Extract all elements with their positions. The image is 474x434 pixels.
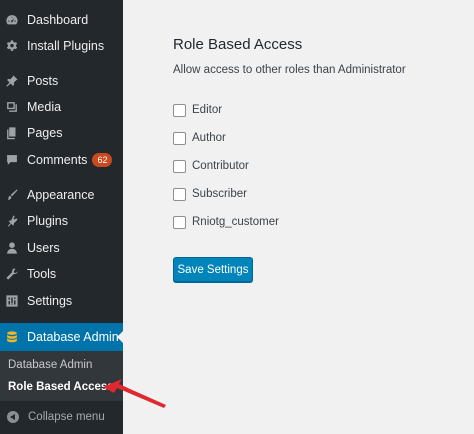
role-option-editor[interactable]: Editor [173,102,222,118]
sidebar-item-dashboard[interactable]: Dashboard [0,7,123,33]
sidebar-item-media[interactable]: Media [0,94,123,120]
sidebar-item-label: Tools [27,267,57,281]
role-option-author[interactable]: Author [173,130,226,146]
sidebar-item-appearance[interactable]: Appearance [0,182,123,208]
sidebar-item-label: Users [27,241,60,255]
database-icon [5,330,19,344]
submenu-item-database-admin[interactable]: Database Admin [8,359,92,371]
role-checkbox[interactable] [173,215,186,229]
sidebar-item-plugins[interactable]: Plugins [0,208,123,234]
page-description: Allow access to other roles than Adminis… [173,64,406,76]
dashboard-icon [5,13,19,27]
brush-icon [5,188,19,202]
role-label: Editor [192,104,223,116]
role-label: Subscriber [192,188,247,200]
role-label: Rniotg_customer [192,216,279,228]
page-title: Role Based Access [173,36,303,53]
sidebar-item-database-admin[interactable]: Database Admin [0,323,124,351]
save-settings-button[interactable]: Save Settings [173,257,253,282]
sidebar-item-label: Settings [27,294,73,308]
pin-icon [5,74,19,88]
role-checkbox[interactable] [173,187,186,201]
plugin-icon [5,214,19,228]
media-icon [5,100,19,114]
pages-icon [5,126,19,140]
role-option-customer[interactable]: Rniotg_customer [173,214,279,230]
role-label: Contributor [192,160,249,172]
role-checkbox[interactable] [173,103,186,117]
role-option-subscriber[interactable]: Subscriber [173,186,247,202]
sidebar-item-label: Install Plugins [27,39,105,53]
admin-sidebar: Dashboard Install Plugins Posts Media Pa [0,0,124,434]
sidebar-item-label: Posts [27,74,59,88]
sidebar-item-settings[interactable]: Settings [0,288,123,314]
wrench-icon [5,267,19,281]
gear-icon [5,39,19,53]
sidebar-item-tools[interactable]: Tools [0,261,123,287]
user-icon [5,241,19,255]
comments-count-badge: 62 [92,153,113,167]
wp-admin-screen: Dashboard Install Plugins Posts Media Pa [0,0,474,434]
collapse-label: Collapse menu [28,411,105,423]
sidebar-item-label: Appearance [27,188,95,202]
sidebar-item-pages[interactable]: Pages [0,120,123,146]
sidebar-item-label: Plugins [27,214,68,228]
sidebar-item-users[interactable]: Users [0,235,123,261]
comment-icon [5,153,19,167]
role-checkbox[interactable] [173,131,186,145]
sidebar-item-label: Media [27,100,62,114]
sidebar-item-install-plugins[interactable]: Install Plugins [0,33,123,59]
main-content: Role Based Access Allow access to other … [123,0,474,434]
sidebar-item-label: Database Admin [27,330,119,344]
settings-icon [5,294,19,308]
role-option-contributor[interactable]: Contributor [173,158,249,174]
sidebar-item-label: Pages [27,126,63,140]
collapse-icon [7,411,19,423]
sidebar-item-posts[interactable]: Posts [0,68,123,94]
sidebar-item-label: Dashboard [27,13,89,27]
role-checkbox[interactable] [173,159,186,173]
sidebar-item-label: Comments [27,153,88,167]
role-label: Author [192,132,226,144]
submenu-item-role-based-access[interactable]: Role Based Access [8,381,114,393]
sidebar-item-comments[interactable]: Comments 62 [0,147,123,173]
